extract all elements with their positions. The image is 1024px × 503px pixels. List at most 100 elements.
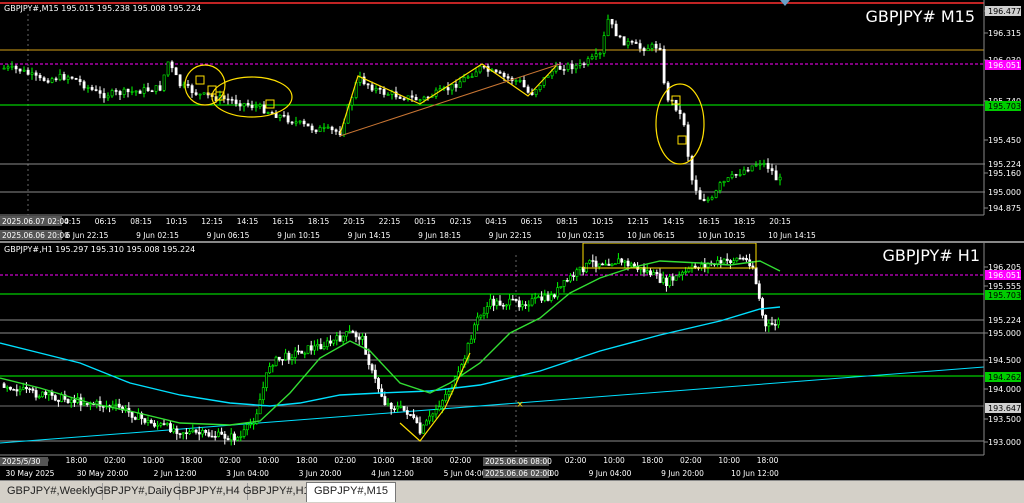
m15-candle-body [174, 67, 178, 76]
h1-candle-body [745, 258, 748, 261]
m15-candle-body [190, 85, 194, 93]
m15-candle-body [506, 76, 510, 79]
h1-candle-body [66, 399, 70, 403]
m15-levels [0, 0, 984, 193]
h1-candle-body [329, 340, 332, 344]
h1-swing-drawing [399, 352, 471, 442]
h1-date-label: 10 Jun 12:00 [731, 469, 779, 478]
m15-price-label: 195.160 [988, 169, 1021, 178]
h1-candle-body [402, 406, 406, 411]
h1-candle-body [85, 403, 89, 405]
h1-candle-body [213, 436, 217, 438]
m15-date-label: 6 Jun 22:15 [66, 231, 109, 240]
m15-candle-body [582, 63, 586, 65]
h1-slow-ma [0, 306, 781, 407]
h1-candle-body [172, 428, 176, 433]
h1-candle-body [15, 389, 19, 392]
h1-price-label: 195.555 [988, 282, 1021, 291]
h1-candle-body [111, 404, 115, 408]
m15-candle-body [326, 126, 330, 129]
h1-candle-body [655, 272, 659, 275]
m15-candle-body [726, 177, 730, 182]
h1-candle-body [687, 268, 691, 273]
h1-chart-panel[interactable]: × 196.205 195.555 195.000 194.500 194.000 193… [0, 243, 1024, 480]
h1-price-label: 194.500 [988, 356, 1021, 365]
m15-candle-body [254, 106, 258, 108]
h1-candle-body [412, 414, 416, 418]
h1-candle-body [764, 314, 768, 327]
h1-candle-body [245, 424, 249, 431]
h1-time-label: 10:00 [142, 456, 164, 465]
h1-candle-body [47, 391, 51, 396]
m15-chart[interactable]: 196.477196.315196.030195.740195.450195.1… [0, 0, 1024, 242]
h1-candle-body [137, 413, 140, 420]
m15-candle-body [246, 103, 250, 106]
h1-candle-body [188, 431, 192, 434]
m15-time-label: 02:15 [450, 217, 472, 226]
m15-candle-body [126, 88, 130, 93]
trend-line [339, 63, 561, 137]
m15-candle-body [598, 52, 602, 55]
m15-candle-body [158, 85, 162, 91]
m15-candle-body [742, 169, 746, 175]
h1-date-label: 9 Jun 04:00 [589, 469, 632, 478]
h1-candle-body [229, 433, 233, 441]
h1-candle-body [703, 264, 707, 268]
m15-candle-body [138, 90, 142, 94]
h1-candle-body [367, 354, 371, 365]
h1-chart[interactable]: × 196.205195.555195.000194.500194.000193… [0, 243, 1024, 480]
h1-candle-body [18, 388, 22, 392]
m15-time-label: 10:15 [166, 217, 188, 226]
h1-candle-body [377, 378, 380, 390]
h1-candle-body [773, 324, 777, 326]
m15-candle-body [86, 87, 90, 89]
m15-candle-body [642, 48, 646, 52]
h1-candle-body [549, 294, 553, 301]
m15-price-label: 196.315 [988, 29, 1021, 38]
h1-candle-body [495, 300, 499, 306]
m15-price-label: 195.450 [988, 136, 1021, 145]
m15-candle-body [262, 104, 266, 114]
h1-candle-body [252, 423, 256, 425]
h1-candle-body [53, 395, 57, 401]
m15-candle-body [694, 179, 698, 191]
m15-candle-body [54, 78, 58, 81]
h1-candle-body [569, 275, 572, 282]
h1-candle-body [476, 316, 480, 326]
m15-candle-body [290, 121, 294, 124]
m15-chart-panel[interactable]: 196.477196.315196.030195.740195.450195.1… [0, 0, 1024, 242]
m15-candle-body [626, 40, 630, 46]
chart-tab-m15[interactable]: GBPJPY#,M15 [306, 482, 396, 502]
h1-info-text: GBPJPY#,H1 195.297 195.310 195.008 195.2… [4, 245, 195, 254]
m15-candle-body [38, 75, 42, 79]
m15-candle-body [566, 63, 570, 70]
h1-candle-body [281, 359, 284, 361]
m15-candle-body [474, 71, 478, 77]
m15-time-label: 16:15 [698, 217, 720, 226]
m15-candle-body [382, 89, 386, 95]
m15-candle-body [590, 56, 594, 60]
h1-candle-body [156, 424, 160, 427]
m15-candle-body [118, 91, 122, 95]
h1-candle-body [28, 388, 32, 391]
h1-time-label: 02:00 [104, 456, 126, 465]
h1-candle-body [383, 396, 387, 406]
m15-candle-body [470, 76, 474, 78]
m15-candle-body [514, 80, 518, 82]
h1-candle-body [396, 406, 400, 410]
h1-candle-body [645, 270, 649, 273]
h1-candle-body [681, 271, 684, 275]
h1-candle-body [521, 304, 524, 308]
h1-candle-body [44, 391, 48, 396]
h1-candle-body [79, 397, 83, 406]
m15-time-label: 08:15 [556, 217, 578, 226]
h1-candle-body [751, 265, 755, 269]
h1-date-label: 9 Jun 20:00 [661, 469, 704, 478]
h1-price-label: 194.000 [988, 385, 1021, 394]
m15-time-label: 10:15 [592, 217, 614, 226]
h1-candle-body [133, 417, 137, 420]
h1-candle-body [220, 431, 224, 435]
h1-candle-body [725, 258, 729, 261]
h1-candle-body [197, 432, 201, 435]
m15-candle-body [70, 76, 74, 79]
